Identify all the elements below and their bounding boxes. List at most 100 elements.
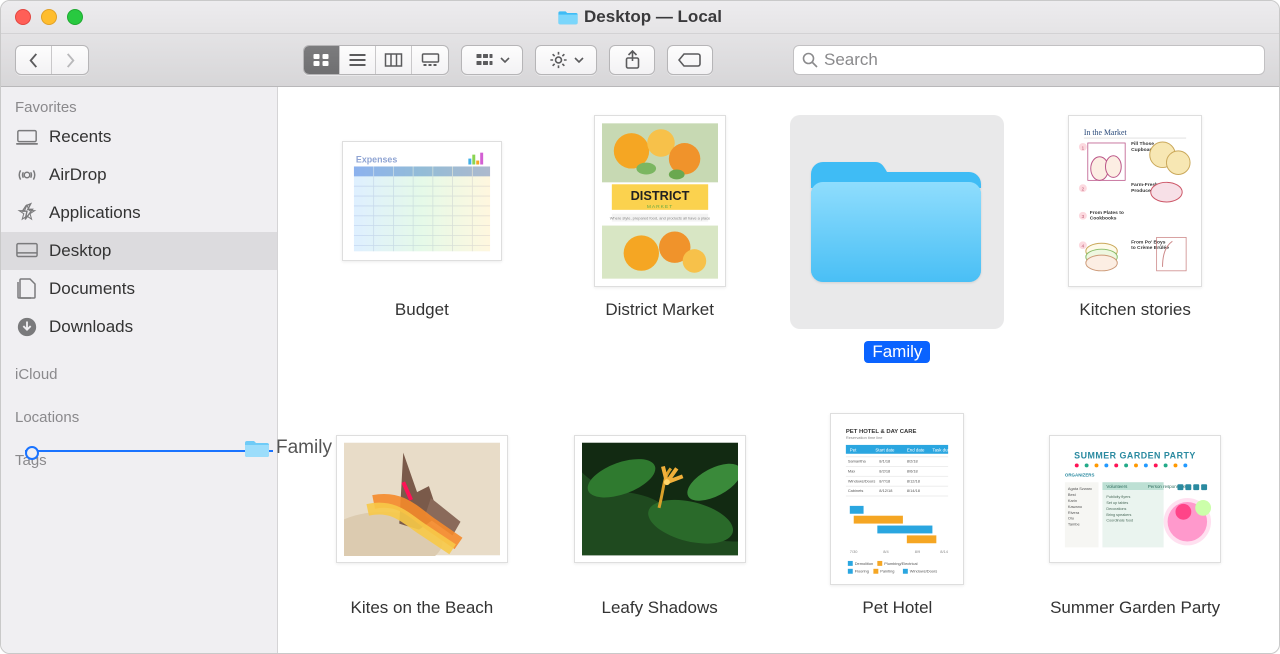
svg-text:Max: Max (848, 468, 855, 473)
svg-text:3: 3 (1082, 214, 1085, 220)
forward-button[interactable] (52, 46, 88, 74)
svg-text:1: 1 (1082, 145, 1085, 151)
svg-text:Expenses: Expenses (356, 155, 397, 165)
airdrop-icon (15, 164, 39, 186)
svg-text:Kawano: Kawano (1068, 504, 1083, 509)
svg-text:8/4: 8/4 (884, 549, 890, 554)
tags-group (667, 45, 713, 75)
file-item[interactable]: Leafy Shadows (546, 413, 774, 619)
svg-text:In the Market: In the Market (1084, 128, 1128, 137)
content-area[interactable]: Expenses (278, 87, 1279, 653)
svg-text:End date: End date (907, 447, 925, 452)
file-item[interactable]: In the Market 1 Fill ThoseCupboards 2 Fa… (1021, 115, 1249, 363)
svg-text:2: 2 (1082, 187, 1085, 193)
minimize-button[interactable] (41, 9, 57, 25)
svg-text:ORGANIZERS: ORGANIZERS (1065, 472, 1095, 477)
sidebar-item-label: Documents (49, 279, 135, 299)
svg-text:8/1/18: 8/1/18 (880, 459, 892, 464)
window-controls (15, 9, 83, 25)
svg-text:8/2/18: 8/2/18 (907, 459, 919, 464)
svg-text:Plumbing/Electrical: Plumbing/Electrical (885, 561, 918, 566)
sidebar: Favorites Recents AirDrop Applications (1, 87, 278, 653)
file-label: Leafy Shadows (594, 597, 726, 619)
downloads-icon (15, 316, 39, 338)
window-title: Desktop — Local (584, 7, 722, 27)
desktop-icon (15, 240, 39, 262)
folder-icon (558, 9, 578, 25)
thumbnail (790, 115, 1004, 329)
svg-text:Coordinate food: Coordinate food (1106, 519, 1133, 523)
file-label: Budget (387, 299, 457, 321)
svg-text:7/30: 7/30 (850, 549, 858, 554)
svg-text:DISTRICT: DISTRICT (630, 188, 689, 203)
sidebar-item-label: Recents (49, 127, 111, 147)
thumbnail (574, 413, 746, 585)
icon-view-button[interactable] (304, 46, 340, 74)
search-field[interactable] (793, 45, 1265, 75)
svg-text:MARKET: MARKET (646, 204, 672, 210)
thumbnail: SUMMER GARDEN PARTY ORGANIZERS Agata Szw… (1049, 413, 1221, 585)
arrange-button[interactable] (462, 46, 522, 74)
list-view-button[interactable] (340, 46, 376, 74)
sidebar-item-applications[interactable]: Applications (1, 194, 277, 232)
file-label: Family (864, 341, 930, 363)
sidebar-heading-locations: Locations (1, 405, 277, 428)
sidebar-item-airdrop[interactable]: AirDrop (1, 156, 277, 194)
svg-text:8/7/18: 8/7/18 (880, 478, 892, 483)
svg-text:Tambe: Tambe (1068, 522, 1081, 527)
svg-text:4: 4 (1082, 244, 1085, 250)
svg-text:Best: Best (1068, 492, 1077, 497)
svg-text:8/12/18: 8/12/18 (880, 488, 894, 493)
file-item[interactable]: SUMMER GARDEN PARTY ORGANIZERS Agata Szw… (1021, 413, 1249, 619)
body: Favorites Recents AirDrop Applications (1, 87, 1279, 653)
svg-text:From Plates to: From Plates to (1090, 210, 1124, 216)
share-group (609, 45, 655, 75)
action-button[interactable] (536, 46, 596, 74)
file-label: Kitchen stories (1071, 299, 1199, 321)
file-item[interactable]: PET HOTEL & DAY CARE Reservation time li… (784, 413, 1012, 619)
thumbnail: DISTRICT MARKET Where style, prepared fo… (574, 115, 746, 287)
svg-text:8/14: 8/14 (941, 549, 949, 554)
svg-text:Olu: Olu (1068, 516, 1074, 521)
file-item[interactable]: DISTRICT MARKET Where style, prepared fo… (546, 115, 774, 363)
sidebar-item-desktop[interactable]: Desktop (1, 232, 277, 270)
svg-text:Set up tables: Set up tables (1106, 501, 1128, 505)
sidebar-item-documents[interactable]: Documents (1, 270, 277, 308)
back-button[interactable] (16, 46, 52, 74)
svg-text:Pet: Pet (850, 447, 857, 452)
file-label: Pet Hotel (854, 597, 940, 619)
file-label: Kites on the Beach (343, 597, 502, 619)
thumbnail: In the Market 1 Fill ThoseCupboards 2 Fa… (1049, 115, 1221, 287)
drop-indicator (25, 450, 273, 452)
file-label: Summer Garden Party (1042, 597, 1228, 619)
sidebar-item-recents[interactable]: Recents (1, 118, 277, 156)
fullscreen-button[interactable] (67, 9, 83, 25)
applications-icon (15, 202, 39, 224)
gallery-view-button[interactable] (412, 46, 448, 74)
drag-ghost: Family (244, 437, 332, 459)
svg-text:SUMMER GARDEN PARTY: SUMMER GARDEN PARTY (1074, 451, 1196, 461)
column-view-button[interactable] (376, 46, 412, 74)
documents-icon (15, 278, 39, 300)
search-input[interactable] (824, 50, 1256, 70)
edit-tags-button[interactable] (668, 46, 712, 74)
toolbar (1, 34, 1279, 87)
svg-text:Flooring: Flooring (855, 569, 869, 574)
sidebar-item-downloads[interactable]: Downloads (1, 308, 277, 346)
sidebar-item-label: Applications (49, 203, 141, 223)
svg-text:Start date: Start date (876, 447, 896, 452)
view-group (303, 45, 449, 75)
file-item[interactable]: Expenses (308, 115, 536, 363)
svg-text:Decorations: Decorations (1106, 507, 1126, 511)
share-button[interactable] (610, 46, 654, 74)
file-item[interactable]: Family (784, 115, 1012, 363)
titlebar: Desktop — Local (1, 1, 1279, 34)
close-button[interactable] (15, 9, 31, 25)
svg-text:Demolition: Demolition (855, 561, 874, 566)
icon-grid: Expenses (308, 115, 1249, 619)
sidebar-item-label: AirDrop (49, 165, 107, 185)
svg-text:From Po' Boys: From Po' Boys (1131, 239, 1166, 245)
svg-text:Rivera: Rivera (1068, 510, 1080, 515)
svg-text:Windows/Doors: Windows/Doors (848, 478, 875, 483)
file-item[interactable]: Kites on the Beach (308, 413, 536, 619)
